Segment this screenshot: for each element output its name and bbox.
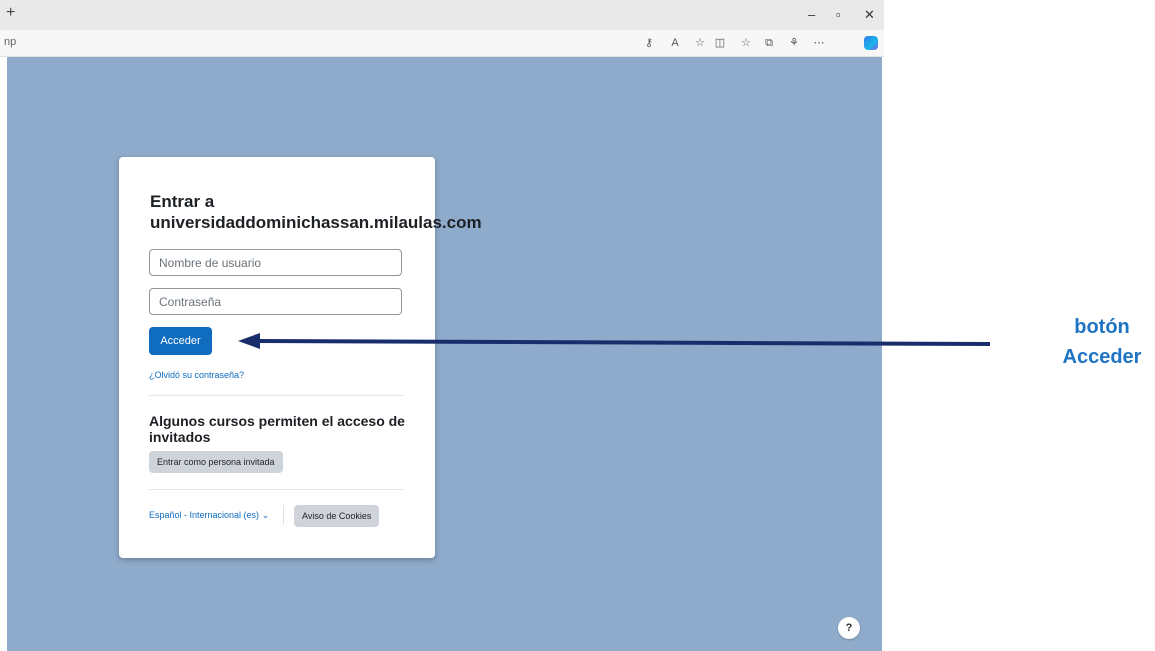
annotation-arrow xyxy=(238,333,991,349)
annotation-arrow-line xyxy=(257,339,991,346)
annotation-line2: Acceder xyxy=(1062,346,1142,368)
annotation-arrow-head xyxy=(238,333,260,349)
annotation-line1: botón xyxy=(1074,316,1130,338)
annotation-label: botón Acceder xyxy=(1053,312,1151,372)
